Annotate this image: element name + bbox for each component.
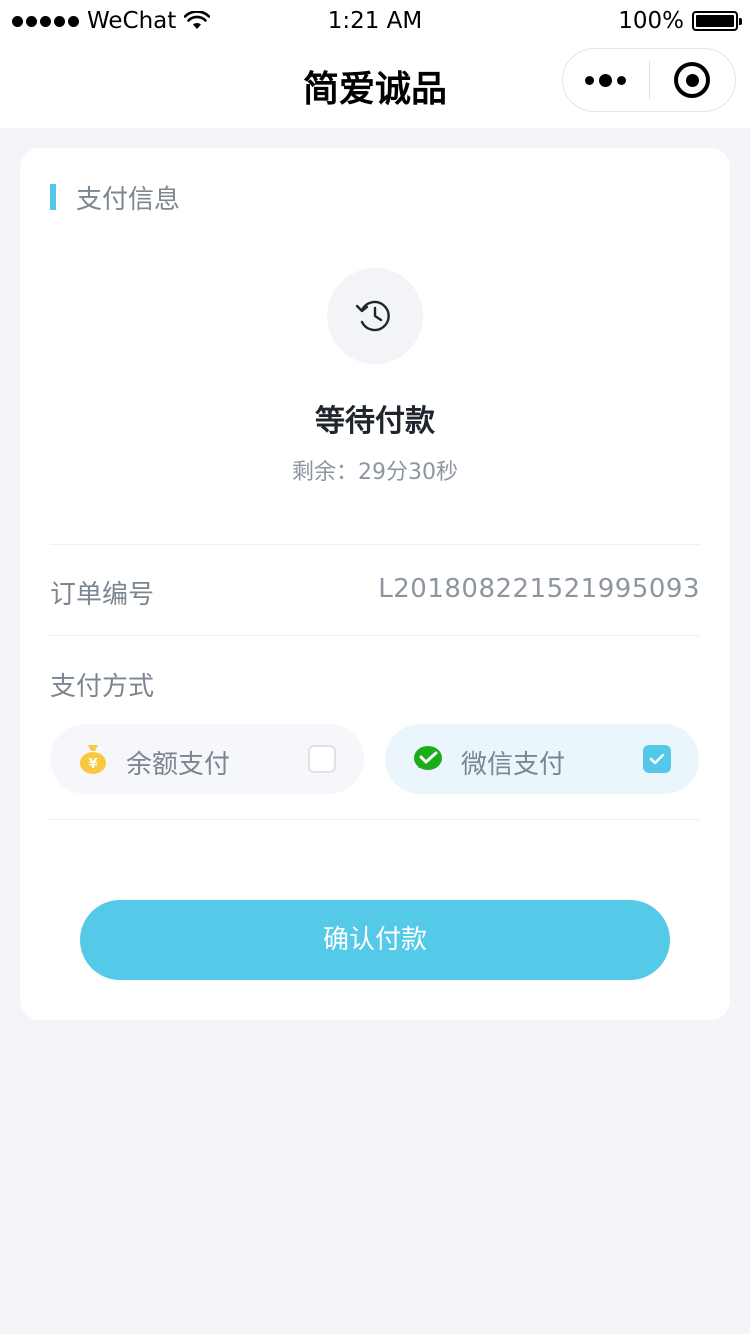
- confirm-payment-button[interactable]: 确认付款: [80, 900, 670, 980]
- balance-pay-label: 余额支付: [126, 750, 231, 780]
- status-icon-circle: [327, 268, 423, 364]
- payment-status: 等待付款: [315, 404, 435, 439]
- wechat-pay-option[interactable]: 微信支付: [385, 724, 699, 794]
- section-accent-bar: [50, 184, 56, 210]
- history-clock-icon: [355, 300, 390, 332]
- wechat-pay-label: 微信支付: [461, 750, 566, 780]
- more-dots-icon[interactable]: [563, 48, 649, 112]
- payment-card: 支付信息 等待付款 剩余：29分30秒 订单编号 L20180822152199…: [20, 148, 730, 1020]
- battery-group: 100%: [618, 8, 742, 34]
- remaining-time: 剩余：29分30秒: [292, 460, 458, 485]
- battery-icon: [692, 11, 742, 31]
- divider: [50, 635, 700, 636]
- check-icon: [649, 753, 665, 765]
- order-number-value: L201808221521995093: [378, 574, 700, 604]
- battery-percent: 100%: [618, 8, 684, 34]
- money-bag-icon: ¥: [80, 745, 106, 774]
- order-number-label: 订单编号: [50, 580, 155, 610]
- close-program-button[interactable]: [650, 48, 736, 112]
- balance-pay-checkbox[interactable]: [308, 745, 336, 773]
- payment-method-label: 支付方式: [50, 672, 155, 702]
- status-bar: WeChat 1:21 AM 100%: [0, 0, 750, 42]
- section-title: 支付信息: [76, 184, 181, 215]
- balance-pay-option[interactable]: ¥ 余额支付: [50, 724, 364, 794]
- divider: [50, 544, 700, 545]
- divider: [50, 819, 700, 820]
- section-header: 支付信息: [50, 182, 180, 215]
- wechat-icon: [414, 746, 442, 770]
- wechat-pay-checkbox[interactable]: [643, 745, 671, 773]
- navigation-bar: 简爱诚品: [0, 42, 750, 128]
- target-icon: [674, 62, 711, 98]
- svg-text:¥: ¥: [88, 757, 97, 772]
- mini-program-capsule: [562, 48, 736, 112]
